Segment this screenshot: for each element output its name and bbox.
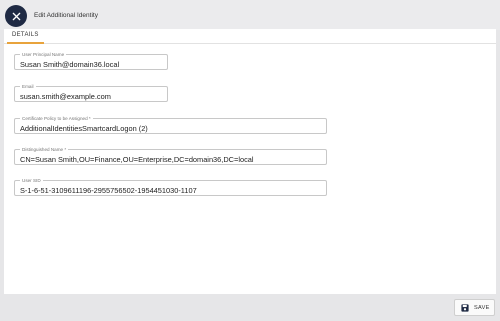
dialog-header: Edit Additional Identity xyxy=(0,0,500,30)
user-sid-value: S-1-6-51-3109611196-2955756502-195445103… xyxy=(20,186,197,195)
email-value: susan.smith@example.com xyxy=(20,92,111,101)
tab-details-label: DETAILS xyxy=(12,32,39,38)
email-field[interactable]: Email susan.smith@example.com xyxy=(14,83,168,102)
certificate-policy-label: Certificate Policy to be Assigned * xyxy=(20,115,93,122)
dialog-title: Edit Additional Identity xyxy=(34,12,98,19)
save-button[interactable]: SAVE xyxy=(454,299,495,316)
tab-bar: DETAILS xyxy=(4,29,496,44)
certificate-policy-field[interactable]: Certificate Policy to be Assigned * Addi… xyxy=(14,115,327,134)
user-principal-name-value: Susan Smith@domain36.local xyxy=(20,60,120,69)
dialog-footer: SAVE xyxy=(0,294,500,321)
email-label: Email xyxy=(20,83,36,90)
close-icon xyxy=(12,12,20,20)
distinguished-name-field[interactable]: Distinguished Name * CN=Susan Smith,OU=F… xyxy=(14,146,327,165)
save-button-label: SAVE xyxy=(474,304,490,311)
save-icon xyxy=(461,303,469,312)
distinguished-name-value: CN=Susan Smith,OU=Finance,OU=Enterprise,… xyxy=(20,155,254,164)
tab-details[interactable]: DETAILS xyxy=(4,29,47,42)
user-principal-name-field[interactable]: User Principal Name Susan Smith@domain36… xyxy=(14,51,168,70)
details-panel: DETAILS User Principal Name Susan Smith@… xyxy=(4,29,496,294)
distinguished-name-label: Distinguished Name * xyxy=(20,146,69,153)
close-button[interactable] xyxy=(5,5,27,27)
user-sid-field[interactable]: User SID S-1-6-51-3109611196-2955756502-… xyxy=(14,177,327,196)
user-principal-name-label: User Principal Name xyxy=(20,51,67,58)
active-tab-indicator xyxy=(7,42,44,44)
user-sid-label: User SID xyxy=(20,177,43,184)
certificate-policy-value: AdditionalIdentitiesSmartcardLogon (2) xyxy=(20,124,148,133)
dialog-window: Edit Additional Identity DETAILS User Pr… xyxy=(0,0,500,321)
